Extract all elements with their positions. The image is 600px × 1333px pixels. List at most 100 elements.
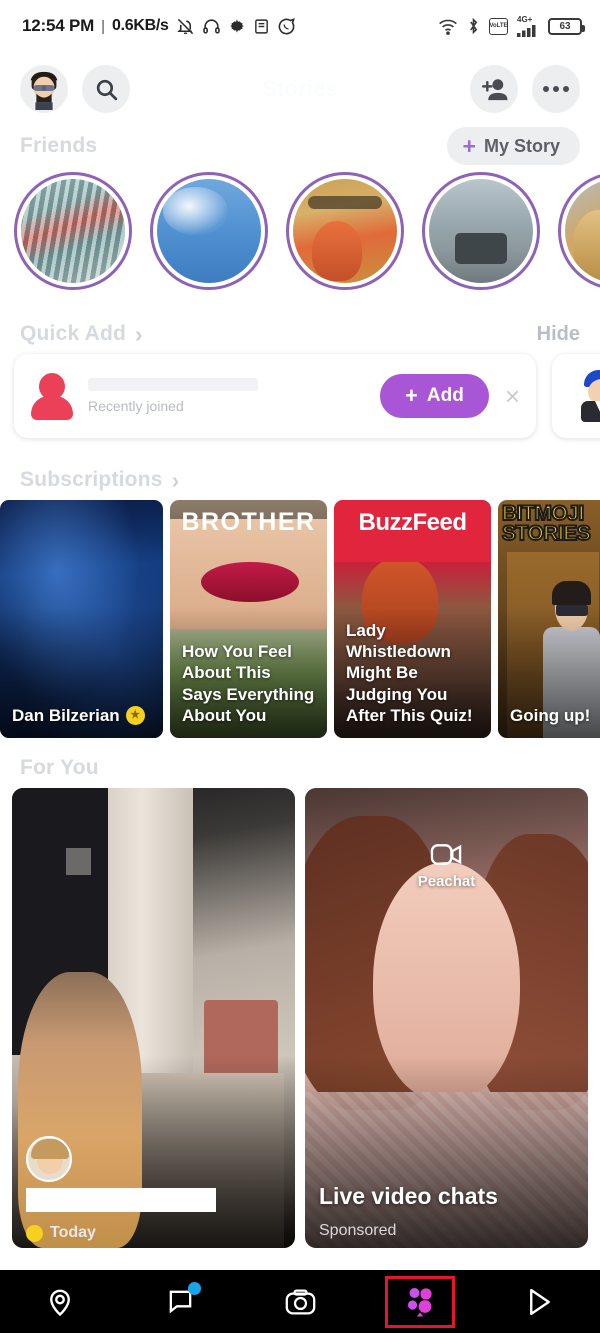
subscription-caption-group: Dan Bilzerian ★	[0, 705, 163, 738]
subscription-card[interactable]: BuzzFeed Lady Whistledown Might Be Judgi…	[334, 500, 491, 738]
status-bar: 12:54 PM | 0.6KB/s VoLTE 4G+ 63	[0, 0, 600, 52]
camera-icon	[285, 1289, 315, 1314]
plus-icon: +	[462, 132, 476, 159]
add-friend-icon	[481, 78, 507, 100]
chat-unread-badge	[188, 1281, 201, 1295]
quick-add-title: Quick Add	[20, 322, 127, 345]
header-right-group	[470, 65, 580, 113]
for-you-title: For You	[20, 756, 99, 779]
hide-button[interactable]: Hide	[537, 323, 580, 346]
map-tab[interactable]	[25, 1276, 95, 1328]
sponsored-label: Sponsored	[319, 1222, 397, 1239]
for-you-meta: Today	[26, 1224, 96, 1242]
story-item[interactable]	[286, 172, 404, 290]
quick-add-card[interactable]	[552, 354, 600, 438]
for-you-timestamp: Today	[50, 1224, 96, 1241]
spotlight-tab[interactable]	[505, 1276, 575, 1328]
subscription-brand: BROTHER	[181, 508, 316, 536]
subscription-card[interactable]: BITMOJI STORIES Going up!	[498, 500, 600, 738]
subscriptions-row[interactable]: Dan Bilzerian ★ BROTHER How You Feel Abo…	[0, 500, 600, 738]
for-you-card[interactable]: Today	[12, 788, 295, 1248]
story-item[interactable]	[422, 172, 540, 290]
story-item[interactable]	[150, 172, 268, 290]
status-bar-right: VoLTE 4G+ 63	[438, 14, 585, 37]
story-location-tag	[307, 195, 383, 210]
friends-section-header: Friends + My Story	[0, 126, 600, 166]
chat-tab[interactable]	[145, 1276, 215, 1328]
stories-tab[interactable]	[385, 1275, 455, 1328]
subscription-caption: Dan Bilzerian	[12, 705, 120, 725]
wifi-icon	[438, 18, 458, 35]
status-separator: |	[101, 17, 106, 35]
quick-add-subtitle: Recently joined	[88, 398, 184, 414]
volte-label: VoLTE	[489, 23, 508, 29]
friends-group-icon	[407, 1287, 432, 1316]
subscription-caption: Lady Whistledown Might Be Judging You Af…	[346, 620, 473, 725]
dismiss-icon[interactable]: ×	[505, 383, 520, 409]
play-triangle-icon	[530, 1288, 550, 1315]
list-icon	[253, 18, 270, 35]
signal-icon: 4G+	[517, 14, 539, 37]
camera-tab[interactable]	[265, 1276, 335, 1328]
verified-badge-icon: ★	[125, 705, 145, 725]
story-item[interactable]	[14, 172, 132, 290]
default-avatar-icon	[30, 373, 74, 420]
for-you-row[interactable]: Today Peachat Live video chats Sponsored	[0, 788, 600, 1248]
add-friend-button[interactable]	[470, 65, 518, 113]
search-button[interactable]	[82, 65, 130, 113]
quick-add-row[interactable]: Recently joined + Add ×	[0, 354, 600, 438]
profile-avatar-button[interactable]	[20, 65, 68, 113]
my-story-button[interactable]: + My Story	[446, 127, 580, 165]
subscription-card[interactable]: Dan Bilzerian ★	[0, 500, 163, 738]
for-you-card[interactable]: Peachat Live video chats Sponsored	[305, 788, 588, 1248]
chevron-right-icon[interactable]: ›	[172, 468, 180, 492]
subscription-brand: BuzzFeed	[358, 509, 467, 536]
subscription-caption: How You Feel About This Says Everything …	[182, 642, 315, 725]
bottom-navigation-bar[interactable]	[0, 1270, 600, 1333]
sun-badge-icon	[26, 1224, 43, 1242]
video-camera-icon	[430, 844, 462, 865]
battery-indicator: 63	[548, 17, 585, 35]
subscription-brand: BITMOJI STORIES	[501, 502, 592, 545]
sponsor-watermark: Peachat	[305, 840, 588, 890]
for-you-section-header: For You	[0, 748, 600, 788]
more-options-button[interactable]	[532, 65, 580, 113]
add-friend-pill-button[interactable]: + Add	[380, 374, 489, 418]
avatar	[26, 1136, 72, 1182]
status-data-rate: 0.6KB/s	[112, 17, 169, 34]
more-options-icon	[543, 86, 569, 92]
quick-add-texts: Recently joined	[88, 378, 258, 414]
chevron-right-icon[interactable]: ›	[135, 322, 143, 346]
snapchat-stories-screen: 12:54 PM | 0.6KB/s VoLTE 4G+ 63 Stories …	[0, 0, 600, 1333]
mute-bell-icon	[176, 17, 195, 36]
gear-icon	[228, 17, 246, 35]
subscription-caption: Going up!	[510, 705, 591, 725]
network-label: 4G+	[517, 14, 533, 24]
username-redacted	[88, 378, 258, 391]
bitmoji-avatar-icon	[23, 68, 65, 110]
headphones-icon	[202, 17, 221, 36]
search-icon	[96, 79, 117, 100]
status-bar-left: 12:54 PM | 0.6KB/s	[22, 16, 296, 36]
my-story-label: My Story	[483, 135, 560, 156]
header-left-group	[20, 65, 130, 113]
bitmoji-avatar-icon	[579, 370, 600, 422]
subscriptions-section-header: Subscriptions ›	[0, 460, 600, 500]
sponsored-title: Live video chats	[319, 1183, 498, 1209]
add-label: Add	[426, 385, 464, 406]
battery-percent: 63	[559, 20, 571, 32]
status-time: 12:54 PM	[22, 16, 95, 35]
volte-icon: VoLTE	[489, 17, 508, 35]
friends-title: Friends	[20, 134, 98, 157]
whatsapp-icon	[277, 17, 296, 36]
username-redacted	[26, 1188, 216, 1212]
sponsor-name: Peachat	[417, 873, 476, 890]
story-item[interactable]	[558, 172, 600, 290]
quick-add-section-header: Quick Add › Hide	[0, 314, 600, 354]
subscriptions-title: Subscriptions	[20, 468, 163, 491]
location-pin-icon	[50, 1289, 70, 1316]
bluetooth-icon	[467, 17, 480, 35]
friends-stories-row[interactable]	[0, 166, 600, 290]
quick-add-card[interactable]: Recently joined + Add ×	[14, 354, 536, 438]
subscription-card[interactable]: BROTHER How You Feel About This Says Eve…	[170, 500, 327, 738]
